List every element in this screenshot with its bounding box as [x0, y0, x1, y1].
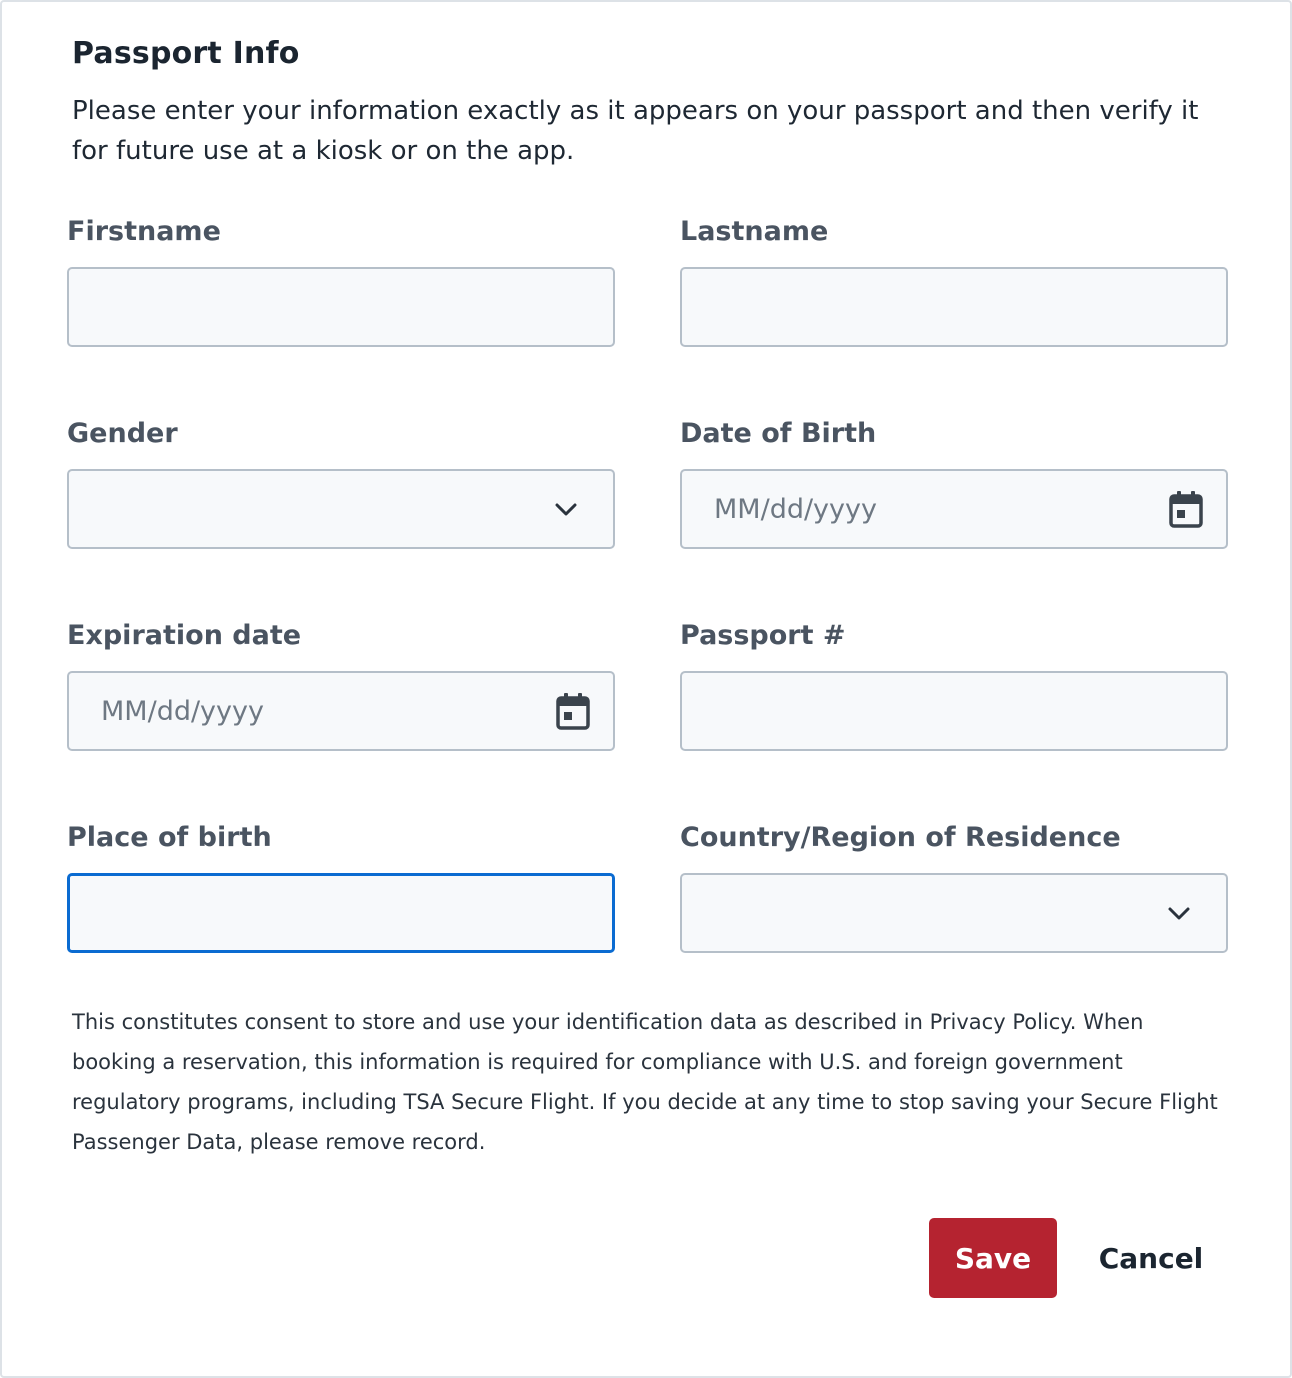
passport-number-label: Passport #: [680, 620, 846, 651]
expiration-date-label: Expiration date: [67, 620, 302, 651]
expiration-date-field[interactable]: [67, 671, 615, 751]
firstname-label: Firstname: [67, 216, 221, 247]
gender-select[interactable]: [67, 469, 615, 549]
passport-number-field[interactable]: [680, 671, 1228, 751]
passport-number-input[interactable]: [682, 673, 1226, 749]
consent-text: This constitutes consent to store and us…: [72, 1010, 1218, 1154]
gender-label: Gender: [67, 418, 178, 449]
page-title: Passport Info: [72, 36, 300, 71]
passport-info-card: Passport Info Please enter your informat…: [0, 0, 1292, 1378]
cancel-button[interactable]: Cancel: [1092, 1218, 1210, 1298]
place-of-birth-field[interactable]: [67, 873, 615, 953]
lastname-label: Lastname: [680, 216, 829, 247]
lastname-input[interactable]: [682, 269, 1226, 345]
chevron-down-icon: [555, 503, 577, 516]
expiration-date-input[interactable]: [69, 673, 613, 749]
firstname-field[interactable]: [67, 267, 615, 347]
place-of-birth-label: Place of birth: [67, 822, 272, 853]
save-button[interactable]: Save: [929, 1218, 1057, 1298]
calendar-icon[interactable]: [1167, 490, 1205, 530]
date-of-birth-field[interactable]: [680, 469, 1228, 549]
calendar-icon[interactable]: [554, 692, 592, 732]
date-of-birth-input[interactable]: [682, 471, 1226, 547]
country-region-label: Country/Region of Residence: [680, 822, 1121, 853]
intro-text: Please enter your information exactly as…: [72, 96, 1199, 166]
chevron-down-icon: [1168, 907, 1190, 920]
lastname-field[interactable]: [680, 267, 1228, 347]
place-of-birth-input[interactable]: [70, 876, 612, 950]
firstname-input[interactable]: [69, 269, 613, 345]
date-of-birth-label: Date of Birth: [680, 418, 877, 449]
country-region-select[interactable]: [680, 873, 1228, 953]
